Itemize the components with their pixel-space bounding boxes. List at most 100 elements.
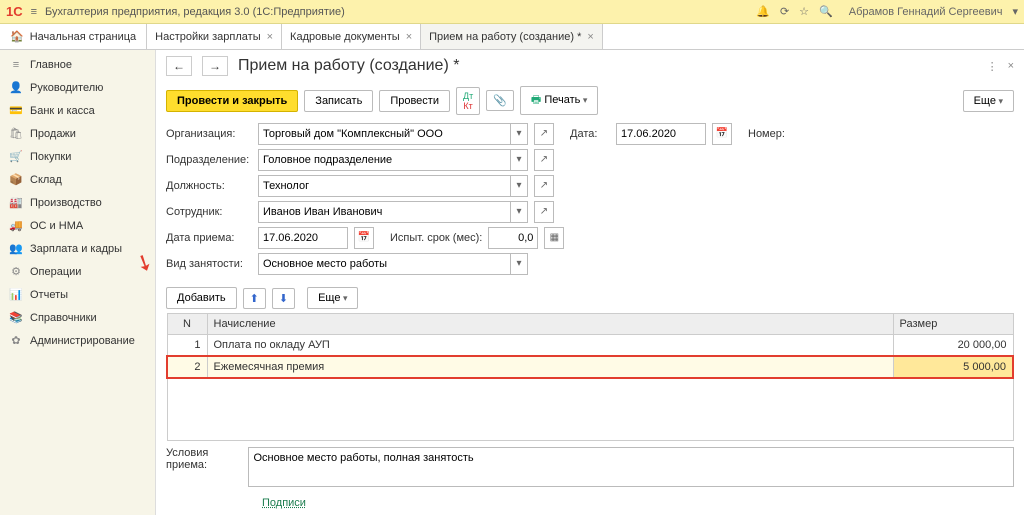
dept-input[interactable] xyxy=(259,154,510,166)
star-icon[interactable]: ☆ xyxy=(799,5,809,18)
gear-icon: ⚙ xyxy=(8,265,24,278)
forward-button[interactable]: → xyxy=(202,56,228,76)
sidebar-item-manager[interactable]: 👤Руководителю xyxy=(0,76,155,99)
cell-n: 1 xyxy=(167,335,207,357)
move-up-button[interactable]: ⬆ xyxy=(243,288,266,309)
sidebar-item-assets[interactable]: 🚚ОС и НМА xyxy=(0,214,155,237)
app-logo: 1C xyxy=(6,4,23,19)
sidebar-item-label: Склад xyxy=(30,174,62,186)
history-icon[interactable]: ⟳ xyxy=(780,5,789,18)
add-row-button[interactable]: Добавить xyxy=(166,287,237,309)
hire-date-input[interactable] xyxy=(259,232,347,244)
sidebar-item-purchase[interactable]: 🛒 Покупки xyxy=(0,145,155,168)
sidebar-item-bank[interactable]: 💳Банк и касса xyxy=(0,99,155,122)
move-down-button[interactable]: ⬇ xyxy=(272,288,295,309)
home-icon: 🏠 xyxy=(10,30,24,43)
dropdown-icon[interactable]: ▾ xyxy=(510,150,527,170)
sidebar-item-production[interactable]: 🏭Производство xyxy=(0,191,155,214)
close-icon[interactable]: × xyxy=(267,31,273,43)
date-input[interactable] xyxy=(617,128,705,140)
dept-field[interactable]: ▾ xyxy=(258,149,528,171)
home-tab-label: Начальная страница xyxy=(30,31,136,43)
cart-icon: 🛒 xyxy=(8,150,24,163)
dropdown-icon[interactable]: ▾ xyxy=(510,176,527,196)
number-label: Номер: xyxy=(748,128,798,140)
bell-icon[interactable]: 🔔 xyxy=(756,5,770,18)
conditions-textarea[interactable]: Основное место работы, полная занятость xyxy=(248,447,1014,487)
table-row[interactable]: 1 Оплата по окладу АУП 20 000,00 xyxy=(167,335,1013,357)
table-row-empty[interactable] xyxy=(167,378,1013,440)
calendar-icon[interactable]: 📅 xyxy=(354,227,374,249)
tab-payroll-settings[interactable]: Настройки зарплаты × xyxy=(147,24,282,49)
doc-title: Прием на работу (создание) * xyxy=(238,57,459,75)
post-close-button[interactable]: Провести и закрыть xyxy=(166,90,298,112)
factory-icon: 🏭 xyxy=(8,196,24,209)
calc-icon[interactable]: ▦ xyxy=(544,227,564,249)
more-button[interactable]: Еще xyxy=(963,90,1014,112)
cell-size: 5 000,00 xyxy=(893,356,1013,378)
sidebar-item-label: Банк и касса xyxy=(30,105,95,117)
calendar-icon[interactable]: 📅 xyxy=(712,123,732,145)
tab-hr-documents[interactable]: Кадровые документы × xyxy=(282,24,421,49)
accruals-table: N Начисление Размер 1 Оплата по окладу А… xyxy=(166,313,1014,441)
sidebar-item-label: Справочники xyxy=(30,312,97,324)
tab-hire-create[interactable]: Прием на работу (создание) * × xyxy=(421,24,603,49)
sidebar-item-main[interactable]: ≡Главное xyxy=(0,54,155,76)
back-button[interactable]: ← xyxy=(166,56,192,76)
emp-field[interactable]: ▾ xyxy=(258,201,528,223)
sidebar-item-admin[interactable]: ✿Администрирование xyxy=(0,329,155,352)
dropdown-icon[interactable]: ▾ xyxy=(510,124,527,144)
home-tab[interactable]: 🏠 Начальная страница xyxy=(0,24,147,49)
bag-icon: 🛍 xyxy=(8,127,24,140)
cog-icon: ✿ xyxy=(8,334,24,347)
emptype-input[interactable] xyxy=(259,258,510,270)
probation-input[interactable] xyxy=(489,232,537,244)
org-input[interactable] xyxy=(259,128,510,140)
book-icon: 📚 xyxy=(8,311,24,324)
search-icon[interactable]: 🔍 xyxy=(819,5,833,18)
sidebar-item-hr[interactable]: 👥Зарплата и кадры xyxy=(0,237,155,260)
open-ref-button[interactable]: ↗ xyxy=(534,175,554,197)
open-ref-button[interactable]: ↗ xyxy=(534,149,554,171)
kebab-icon[interactable]: ⋮ xyxy=(987,60,998,73)
col-size[interactable]: Размер xyxy=(893,314,1013,335)
sidebar-item-warehouse[interactable]: 📦Склад xyxy=(0,168,155,191)
table-more-button[interactable]: Еще xyxy=(307,287,358,309)
col-name[interactable]: Начисление xyxy=(207,314,893,335)
pos-input[interactable] xyxy=(259,180,510,192)
sidebar-item-reports[interactable]: 📊Отчеты xyxy=(0,283,155,306)
probation-field[interactable] xyxy=(488,227,538,249)
sidebar-item-reference[interactable]: 📚 Справочники xyxy=(0,306,155,329)
pos-field[interactable]: ▾ xyxy=(258,175,528,197)
sidebar-item-label: Отчеты xyxy=(30,289,68,301)
dropdown-icon[interactable]: ▾ xyxy=(510,254,527,274)
save-button[interactable]: Записать xyxy=(304,90,373,112)
date-field[interactable] xyxy=(616,123,706,145)
emptype-field[interactable]: ▾ xyxy=(258,253,528,275)
org-field[interactable]: ▾ xyxy=(258,123,528,145)
sidebar-item-sales[interactable]: 🛍Продажи xyxy=(0,122,155,145)
post-button[interactable]: Провести xyxy=(379,90,450,112)
print-button[interactable]: 🖶 Печать xyxy=(520,86,599,115)
user-menu-icon[interactable]: ▾ xyxy=(1012,5,1018,18)
open-ref-button[interactable]: ↗ xyxy=(534,123,554,145)
attach-button[interactable]: 📎 xyxy=(486,90,514,111)
user-name[interactable]: Абрамов Геннадий Сергеевич xyxy=(849,6,1003,18)
dropdown-icon[interactable]: ▾ xyxy=(510,202,527,222)
menu-icon[interactable]: ≡ xyxy=(31,6,37,18)
close-panel-icon[interactable]: × xyxy=(1008,60,1014,73)
col-n[interactable]: N xyxy=(167,314,207,335)
signatures-link[interactable]: Подписи xyxy=(262,497,306,509)
conditions-label: Условия приема: xyxy=(166,447,242,471)
sidebar-item-label: Покупки xyxy=(30,151,71,163)
cell-size: 20 000,00 xyxy=(893,335,1013,357)
table-row-selected[interactable]: 2 Ежемесячная премия 5 000,00 xyxy=(167,356,1013,378)
open-ref-button[interactable]: ↗ xyxy=(534,201,554,223)
dept-label: Подразделение: xyxy=(166,154,252,166)
emp-input[interactable] xyxy=(259,206,510,218)
hire-date-field[interactable] xyxy=(258,227,348,249)
dtkt-button[interactable]: ДтКт xyxy=(456,87,480,115)
close-icon[interactable]: × xyxy=(406,31,412,43)
close-icon[interactable]: × xyxy=(587,31,593,43)
tab-label: Кадровые документы xyxy=(290,31,400,43)
